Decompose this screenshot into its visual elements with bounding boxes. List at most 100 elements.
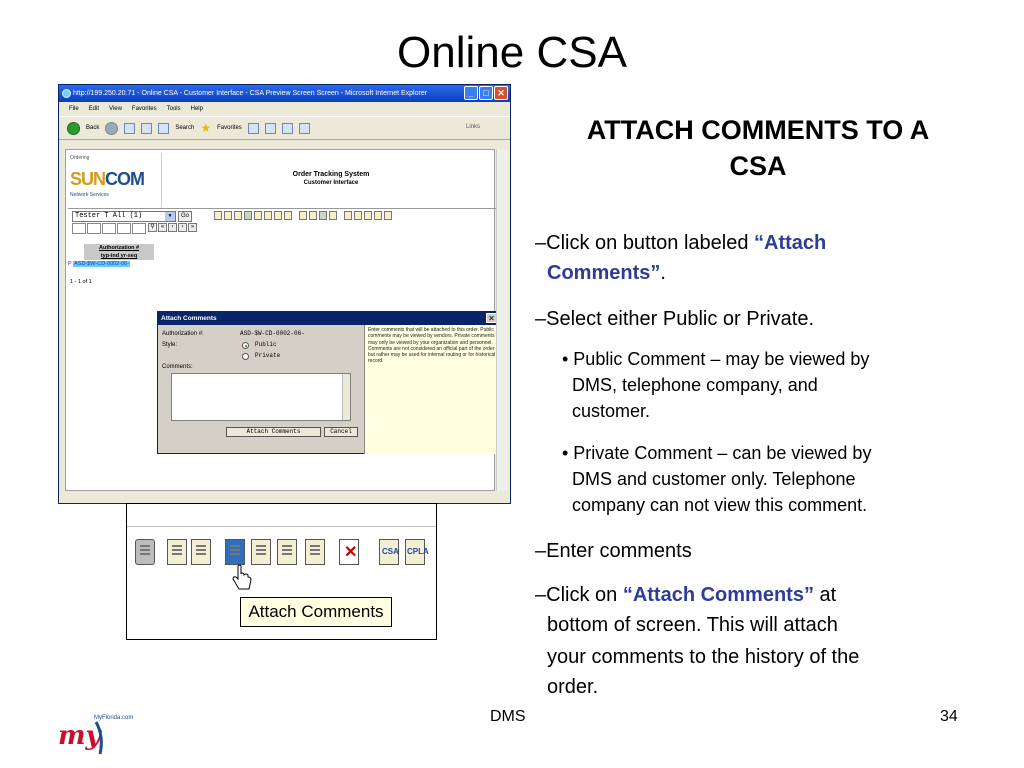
prev-arrow-icon[interactable]: ‹: [168, 223, 177, 232]
back-button[interactable]: Back: [86, 125, 99, 131]
heading-line1: ATTACH COMMENTS TO A: [586, 115, 930, 145]
authorization-link[interactable]: ASD-$W-CD-0002-06-: [73, 261, 131, 267]
hand-cursor-icon: [232, 564, 252, 590]
cancel-button[interactable]: Cancel: [324, 427, 358, 437]
ie-logo-icon: [62, 89, 71, 98]
email-icon[interactable]: [251, 539, 271, 565]
csa-icon[interactable]: [299, 211, 307, 220]
logo-main-text: SUNCOM: [70, 169, 145, 190]
sub-bullet-private-3: company can not view this comment.: [572, 495, 868, 515]
menu-tools[interactable]: Tools: [167, 102, 181, 116]
favorites-star-icon[interactable]: ★: [200, 121, 211, 135]
maximize-button[interactable]: □: [479, 86, 493, 100]
menu-edit[interactable]: Edit: [89, 102, 99, 116]
binoculars-icon[interactable]: [319, 211, 327, 220]
notes-icon[interactable]: [277, 539, 297, 565]
bullet-4-line2: bottom of screen. This will attach: [547, 614, 838, 636]
attach-comments-button[interactable]: Attach Comments: [226, 427, 321, 437]
forward-arrow-icon[interactable]: [105, 121, 119, 135]
edit-icon[interactable]: [305, 539, 325, 565]
attach-comments-icon[interactable]: [244, 211, 252, 220]
menu-favorites[interactable]: Favorites: [132, 102, 157, 116]
filter-field[interactable]: [132, 223, 146, 234]
logo-com: COM: [105, 169, 145, 189]
user-select[interactable]: Tester T All (1) ▼: [72, 211, 176, 222]
print-icon[interactable]: [214, 211, 222, 220]
style-label: Style:: [162, 342, 178, 348]
binoculars-icon[interactable]: ⚲: [148, 223, 157, 232]
private-radio[interactable]: [242, 353, 249, 360]
filter-field[interactable]: [117, 223, 131, 234]
edit-icon[interactable]: [274, 211, 282, 220]
report-icon[interactable]: [224, 211, 232, 220]
browser-scrollbar[interactable]: [496, 149, 508, 491]
row-check[interactable]: P: [68, 261, 72, 267]
bullet-1: –Click on button labeled “Attach: [535, 228, 826, 258]
csa-label: CSA: [382, 547, 399, 556]
email-icon[interactable]: [254, 211, 262, 220]
home-icon[interactable]: [158, 122, 170, 134]
print-icon[interactable]: [281, 122, 293, 134]
first-arrow-icon[interactable]: «: [158, 223, 167, 232]
filter-field[interactable]: [72, 223, 86, 234]
last-arrow-icon[interactable]: »: [188, 223, 197, 232]
next-arrow-icon[interactable]: ›: [178, 223, 187, 232]
delete-icon[interactable]: [284, 211, 292, 220]
stop-icon[interactable]: [124, 122, 136, 134]
textarea-scrollbar[interactable]: [342, 374, 350, 420]
back-arrow-icon[interactable]: [67, 121, 80, 135]
favorites-button[interactable]: Favorites: [217, 125, 242, 131]
bookmark-icon[interactable]: [384, 211, 392, 220]
help-icon[interactable]: [374, 211, 382, 220]
document-icon[interactable]: [234, 211, 242, 220]
logo-ordering-text: Ordering: [70, 155, 90, 161]
delete-icon[interactable]: [339, 539, 359, 565]
private-label: Private: [255, 352, 281, 359]
attach-comments-icon[interactable]: [225, 539, 245, 565]
bullet-1-suffix: .: [660, 262, 666, 284]
filter-fields: [72, 223, 146, 234]
filter-icon[interactable]: [364, 211, 372, 220]
sub-bullet-private-2: DMS and customer only. Telephone: [572, 469, 856, 489]
menu-view[interactable]: View: [109, 102, 122, 116]
menu-help[interactable]: Help: [191, 102, 203, 116]
myflorida-logo: my MyFlorida.com: [58, 715, 133, 755]
bullet-1-cont: Comments”.: [547, 258, 666, 288]
attach-comments-dialog: Attach Comments ✕ Authorization #: ASD-$…: [157, 311, 500, 454]
go-button[interactable]: Go: [178, 211, 192, 222]
menu-file[interactable]: File: [69, 102, 79, 116]
close-window-button[interactable]: ✕: [494, 86, 508, 100]
info-icon[interactable]: [344, 211, 352, 220]
report-icon[interactable]: [167, 539, 187, 565]
user-select-value: Tester T All (1): [75, 212, 143, 220]
comments-textarea[interactable]: [171, 373, 351, 421]
public-label: Public: [255, 341, 277, 348]
document-icon[interactable]: [191, 539, 211, 565]
zoom-divider: [127, 526, 436, 527]
auth-value: ASD-$W-CD-0002-06-: [240, 330, 305, 337]
table-row[interactable]: P ASD-$W-CD-0002-06-: [68, 260, 154, 269]
refresh-icon[interactable]: [141, 122, 153, 134]
filter-field[interactable]: [102, 223, 116, 234]
minimize-button[interactable]: _: [464, 86, 478, 100]
dialog-help-text: Enter comments that will be attached to …: [364, 325, 500, 454]
browser-menu-bar: File Edit View Favorites Tools Help: [59, 102, 510, 116]
history-icon[interactable]: [247, 122, 259, 134]
folder-icon[interactable]: [298, 122, 310, 134]
search-button[interactable]: Search: [175, 125, 194, 131]
toolbar-spacer-2: [339, 211, 342, 220]
mail-icon[interactable]: [264, 122, 276, 134]
app-toolbar: [214, 211, 392, 220]
settings-icon[interactable]: [354, 211, 362, 220]
flag-icon[interactable]: [329, 211, 337, 220]
links-button[interactable]: Links: [466, 124, 480, 130]
filter-field[interactable]: [87, 223, 101, 234]
sub-bullet-public-3: customer.: [572, 401, 651, 421]
cpla-icon[interactable]: [309, 211, 317, 220]
chevron-down-icon[interactable]: ▼: [165, 212, 175, 221]
section-heading: ATTACH COMMENTS TO A CSA: [522, 112, 994, 184]
authorization-column-header[interactable]: Authorization # typ-ind yr-seq: [84, 244, 154, 260]
notes-icon[interactable]: [264, 211, 272, 220]
public-radio[interactable]: [242, 342, 249, 349]
printer-icon[interactable]: [135, 539, 155, 565]
